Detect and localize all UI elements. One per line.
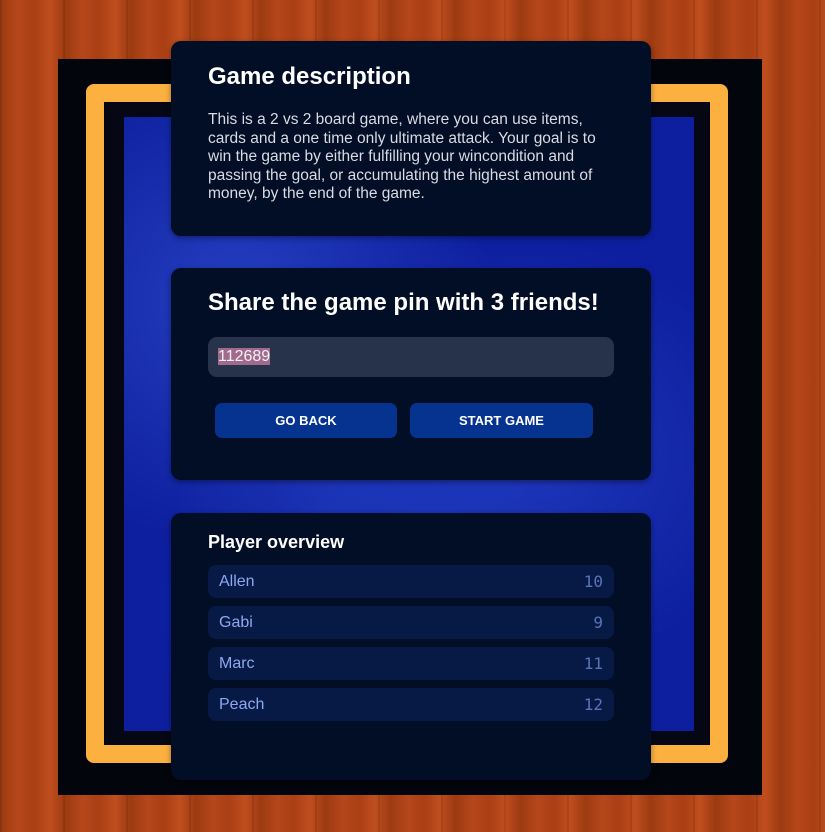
game-description-card: Game description This is a 2 vs 2 board … bbox=[171, 41, 651, 236]
go-back-button[interactable]: GO BACK bbox=[215, 403, 397, 438]
player-name: Allen bbox=[219, 572, 255, 590]
share-pin-card: Share the game pin with 3 friends! 11268… bbox=[171, 268, 651, 480]
player-overview-card: Player overview Allen 10 Gabi 9 Marc 11 … bbox=[171, 513, 651, 780]
game-pin-value[interactable]: 112689 bbox=[218, 348, 271, 365]
game-description-text: This is a 2 vs 2 board game, where you c… bbox=[208, 111, 596, 202]
game-description-title: Game description bbox=[208, 63, 411, 90]
pin-actions: GO BACK START GAME bbox=[208, 403, 614, 438]
player-row: Gabi 9 bbox=[208, 606, 614, 639]
player-score: 10 bbox=[583, 572, 603, 591]
player-name: Gabi bbox=[219, 613, 253, 631]
share-pin-title: Share the game pin with 3 friends! bbox=[208, 289, 599, 316]
player-overview-title: Player overview bbox=[208, 532, 345, 552]
player-row: Allen 10 bbox=[208, 565, 614, 598]
player-row: Peach 12 bbox=[208, 688, 614, 721]
player-score: 11 bbox=[583, 654, 603, 673]
player-name: Marc bbox=[219, 654, 255, 672]
player-name: Peach bbox=[219, 695, 265, 713]
game-pin-field[interactable]: 112689 bbox=[208, 337, 614, 377]
player-score: 9 bbox=[593, 613, 603, 632]
start-game-button[interactable]: START GAME bbox=[410, 403, 593, 438]
player-score: 12 bbox=[583, 695, 603, 714]
player-row: Marc 11 bbox=[208, 647, 614, 680]
